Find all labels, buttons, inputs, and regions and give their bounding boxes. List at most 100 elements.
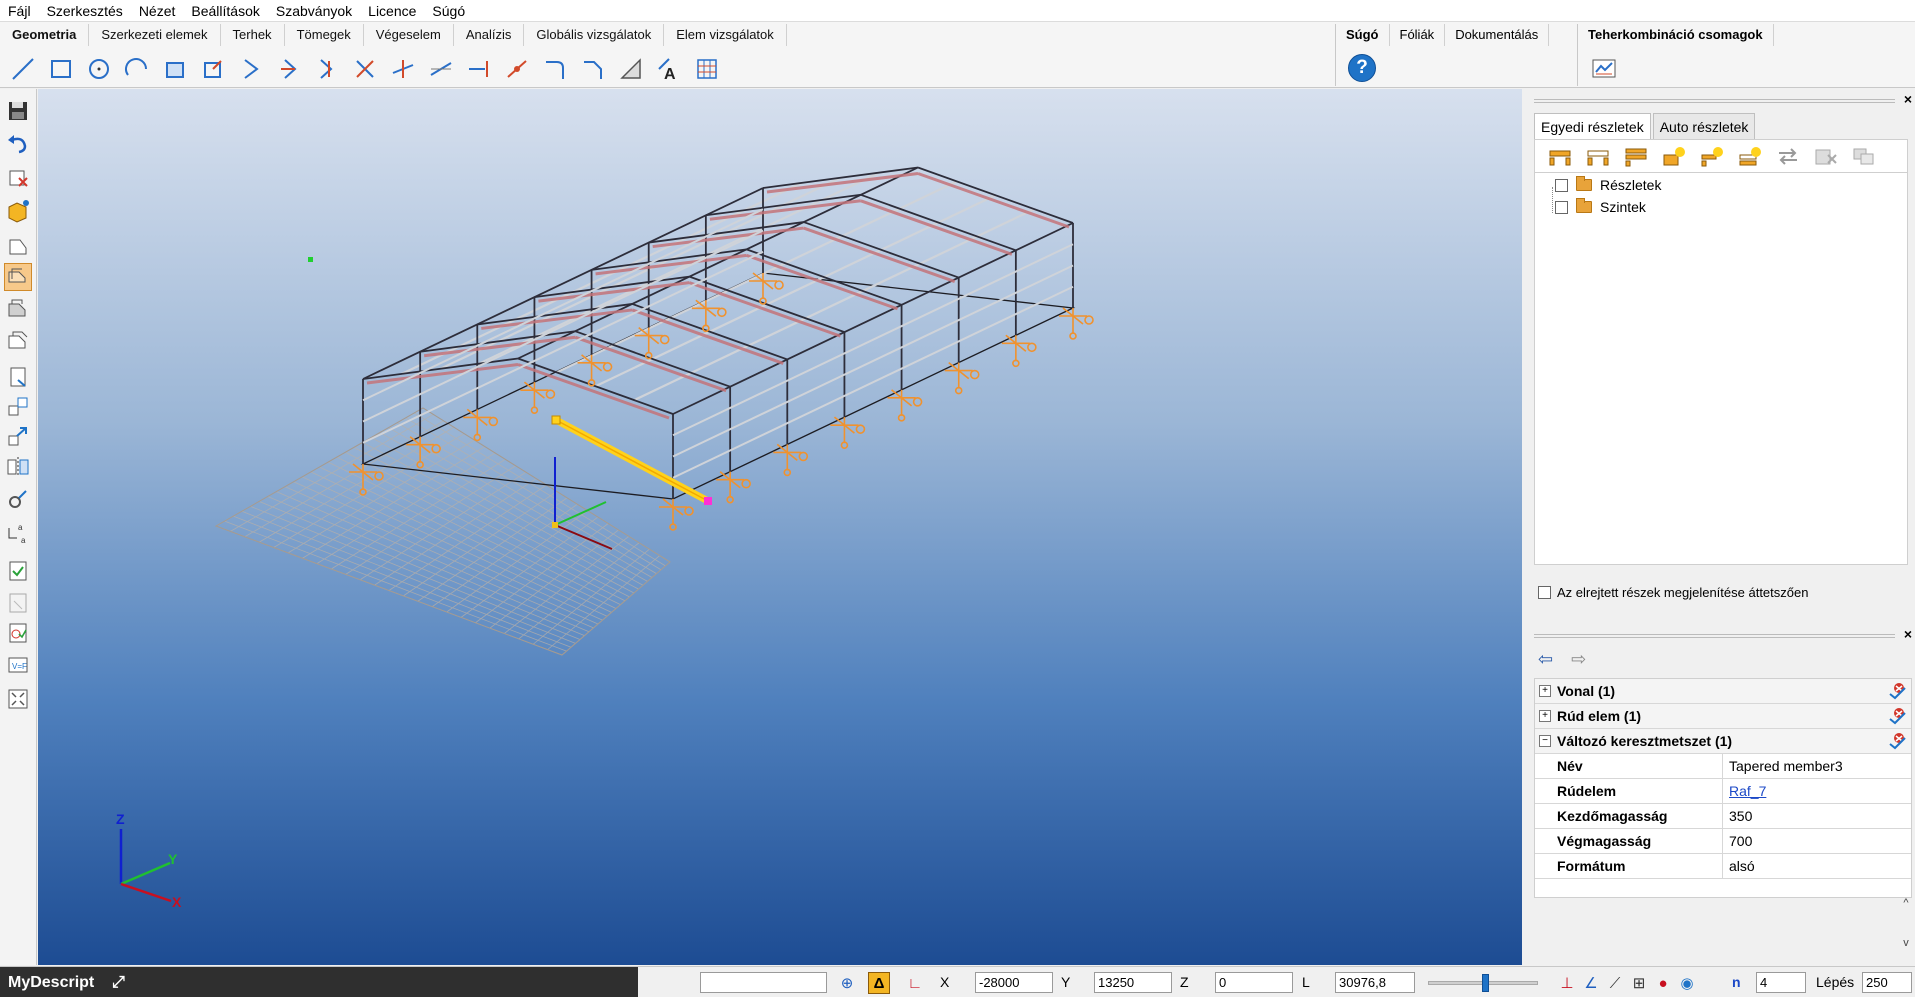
member-link[interactable]: Raf_7 [1723, 783, 1766, 799]
tab-fem[interactable]: Végeselem [364, 24, 454, 46]
checkbox[interactable] [1555, 178, 1568, 192]
arc-tool[interactable] [118, 54, 156, 84]
view-tool-active[interactable] [4, 263, 32, 291]
transparent-hidden-checkbox[interactable]: Az elrejtett részek megjelenítése áttets… [1538, 585, 1808, 600]
measure-tool[interactable] [612, 54, 650, 84]
detail-tool-7[interactable] [1769, 142, 1807, 170]
tab-load-combinations[interactable]: Teherkombináció csomagok [1578, 24, 1774, 46]
detail-tool-5[interactable] [1693, 142, 1731, 170]
globe-icon[interactable]: ⊕ [836, 972, 858, 994]
detail-tool-6[interactable] [1731, 142, 1769, 170]
node-line-tool[interactable] [498, 54, 536, 84]
copy-tool[interactable] [4, 393, 32, 421]
tab-documentation[interactable]: Dokumentálás [1445, 24, 1550, 46]
tab-analysis[interactable]: Analízis [454, 24, 525, 46]
menu-file[interactable]: Fájl [0, 0, 39, 22]
menu-licence[interactable]: Licence [360, 0, 424, 22]
tab-layers[interactable]: Fóliák [1390, 24, 1446, 46]
n-field[interactable]: 4 [1756, 972, 1806, 993]
circle-tool[interactable] [80, 54, 118, 84]
back-arrow-icon[interactable]: ⇦ [1538, 649, 1553, 670]
new-object-button[interactable] [4, 197, 32, 225]
prop-row-format[interactable]: Formátum alsó [1535, 853, 1911, 879]
mirror-tool[interactable] [4, 453, 32, 481]
arrow-tool-3[interactable] [308, 54, 346, 84]
angle-icon[interactable]: ∠ [1580, 972, 1602, 994]
plane-shaded-tool[interactable] [4, 295, 32, 323]
delta-icon[interactable]: Δ [868, 972, 890, 994]
load-combination-icon[interactable] [1590, 54, 1618, 82]
tab-help[interactable]: Súgó [1336, 24, 1390, 46]
color-wheel-icon[interactable]: ● [1652, 972, 1674, 994]
plane-outline-tool[interactable] [4, 327, 32, 355]
tab-masses[interactable]: Tömegek [285, 24, 364, 46]
move-tool[interactable] [4, 423, 32, 451]
slider-thumb[interactable] [1482, 974, 1489, 992]
expand-icon[interactable]: ⤢ [112, 967, 125, 997]
transform-tool[interactable] [194, 54, 232, 84]
zoom-slider[interactable] [1428, 974, 1538, 992]
properties-scrollbar[interactable]: ^ v [1899, 897, 1913, 959]
model-viewport[interactable]: Z Y X [38, 89, 1522, 965]
disabled-tool[interactable] [4, 589, 32, 617]
detail-tool-1[interactable] [1541, 142, 1579, 170]
expand-icon[interactable]: + [1539, 710, 1551, 722]
divide-tool[interactable] [422, 54, 460, 84]
y-coordinate-field[interactable]: 13250 [1094, 972, 1172, 993]
undo-button[interactable] [4, 129, 32, 157]
menu-settings[interactable]: Beállítások [183, 0, 267, 22]
line-tool[interactable] [4, 54, 42, 84]
prop-group-line[interactable]: + Vonal (1) [1535, 679, 1911, 704]
expand-icon[interactable]: + [1539, 685, 1551, 697]
prop-row-start-height[interactable]: Kezdőmagasság 350 [1535, 803, 1911, 829]
command-input[interactable] [700, 972, 827, 993]
help-icon[interactable]: ? [1348, 54, 1376, 82]
detail-tool-9[interactable] [1845, 142, 1883, 170]
render-icon[interactable]: ◉ [1676, 972, 1698, 994]
grid-snap-icon[interactable]: ⊞ [1628, 972, 1650, 994]
tab-geometry[interactable]: Geometria [0, 24, 90, 46]
grid-tool[interactable] [688, 54, 726, 84]
chevron-down-icon[interactable]: v [1899, 937, 1913, 949]
check-tool[interactable] [4, 557, 32, 585]
tab-member-checks[interactable]: Elem vizsgálatok [664, 24, 787, 46]
tab-global-checks[interactable]: Globális vizsgálatok [524, 24, 665, 46]
intersect-tool[interactable] [384, 54, 422, 84]
checkbox[interactable] [1538, 586, 1551, 599]
tree-item-levels[interactable]: Szintek [1555, 197, 1646, 217]
rename-tool[interactable]: aa [4, 519, 32, 547]
cut-tool[interactable] [346, 54, 384, 84]
checkbox[interactable] [1555, 200, 1568, 214]
forward-arrow-icon[interactable]: ⇨ [1571, 649, 1586, 670]
menu-view[interactable]: Nézet [131, 0, 184, 22]
mydescript-panel[interactable]: MyDescript ⤢ [0, 967, 638, 997]
detail-tool-3[interactable] [1617, 142, 1655, 170]
rectangle-tool[interactable] [42, 54, 80, 84]
coord-system-icon[interactable]: ∟ [904, 972, 926, 994]
prop-group-member[interactable]: + Rúd elem (1) [1535, 704, 1911, 729]
chamfer-tool[interactable] [574, 54, 612, 84]
menu-help[interactable]: Súgó [424, 0, 473, 22]
detail-tool-2[interactable] [1579, 142, 1617, 170]
tree-item-details[interactable]: Részletek [1555, 175, 1661, 195]
section-tool[interactable] [4, 363, 32, 391]
snap-icon[interactable]: ⊥ [1556, 972, 1578, 994]
menu-edit[interactable]: Szerkesztés [39, 0, 131, 22]
plane-tool[interactable] [4, 233, 32, 261]
tab-custom-details[interactable]: Egyedi részletek [1534, 113, 1651, 139]
close-icon[interactable]: × [1904, 91, 1912, 107]
prop-row-end-height[interactable]: Végmagasság 700 [1535, 828, 1911, 854]
tab-auto-details[interactable]: Auto részletek [1652, 113, 1756, 139]
arrow-tool-1[interactable] [232, 54, 270, 84]
report-tool[interactable]: V=F [4, 651, 32, 679]
prop-row-member[interactable]: Rúdelem Raf_7 [1535, 778, 1911, 804]
chevron-up-icon[interactable]: ^ [1899, 897, 1913, 909]
find-tool[interactable] [4, 485, 32, 513]
verify-tool[interactable] [4, 619, 32, 647]
arrow-tool-2[interactable] [270, 54, 308, 84]
polygon-tool[interactable] [156, 54, 194, 84]
collapse-icon[interactable]: − [1539, 735, 1551, 747]
z-coordinate-field[interactable]: 0 [1215, 972, 1293, 993]
delete-object-button[interactable] [4, 163, 32, 191]
tab-loads[interactable]: Terhek [221, 24, 285, 46]
